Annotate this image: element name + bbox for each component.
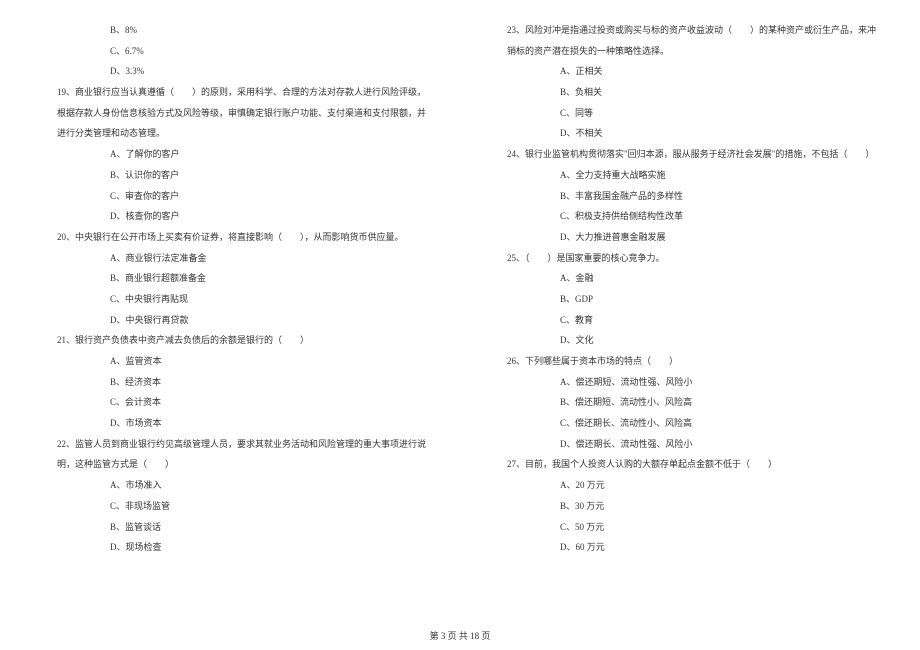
q25-option-d: D、文化 bbox=[490, 330, 880, 351]
q25-option-a: A、金融 bbox=[490, 268, 880, 289]
q20-option-c: C、中央银行再贴现 bbox=[40, 289, 430, 310]
page-footer: 第 3 页 共 18 页 bbox=[0, 629, 920, 642]
q24-option-b: B、丰富我国金融产品的多样性 bbox=[490, 186, 880, 207]
q27-option-c: C、50 万元 bbox=[490, 517, 880, 538]
q18-option-d: D、3.3% bbox=[40, 61, 430, 82]
q27-option-b: B、30 万元 bbox=[490, 496, 880, 517]
q23-option-c: C、同等 bbox=[490, 103, 880, 124]
q23-option-a: A、正相关 bbox=[490, 61, 880, 82]
q26-option-b: B、偿还期短、流动性小、风险高 bbox=[490, 392, 880, 413]
q25-option-c: C、教育 bbox=[490, 310, 880, 331]
q21-text: 21、银行资产负债表中资产减去负债后的余额是银行的（ ） bbox=[40, 330, 430, 351]
q19-cont2: 进行分类管理和动态管理。 bbox=[40, 123, 430, 144]
q21-option-c: C、会计资本 bbox=[40, 392, 430, 413]
right-column: 23、风险对冲是指通过投资或购买与标的资产收益波动（ ）的某种资产或衍生产品，来… bbox=[490, 20, 880, 610]
q19-option-c: C、审查你的客户 bbox=[40, 186, 430, 207]
q24-option-c: C、积极支持供给侧结构性改革 bbox=[490, 206, 880, 227]
q20-text: 20、中央银行在公开市场上买卖有价证券，将直接影响（ ），从而影响货币供应量。 bbox=[40, 227, 430, 248]
q27-option-a: A、20 万元 bbox=[490, 475, 880, 496]
q20-option-a: A、商业银行法定准备金 bbox=[40, 248, 430, 269]
q22-option-a: A、市场准入 bbox=[40, 475, 430, 496]
q18-option-b: B、8% bbox=[40, 20, 430, 41]
q20-option-b: B、商业银行超额准备金 bbox=[40, 268, 430, 289]
q23-cont: 销标的资产潜在损失的一种策略性选择。 bbox=[490, 41, 880, 62]
q25-option-b: B、GDP bbox=[490, 289, 880, 310]
q26-option-c: C、偿还期长、流动性小、风险高 bbox=[490, 413, 880, 434]
q26-option-d: D、偿还期长、流动性强、风险小 bbox=[490, 434, 880, 455]
q24-option-d: D、大力推进普惠金融发展 bbox=[490, 227, 880, 248]
q23-option-b: B、负相关 bbox=[490, 82, 880, 103]
q24-option-a: A、全力支持重大战略实施 bbox=[490, 165, 880, 186]
q21-option-a: A、监管资本 bbox=[40, 351, 430, 372]
q23-option-d: D、不相关 bbox=[490, 123, 880, 144]
q21-option-b: B、经济资本 bbox=[40, 372, 430, 393]
page-content: B、8% C、6.7% D、3.3% 19、商业银行应当认真遵循（ ）的原则，采… bbox=[0, 0, 920, 620]
q22-text: 22、监管人员到商业银行约见高级管理人员，要求其就业务活动和风险管理的重大事项进… bbox=[40, 434, 430, 455]
q25-text: 25、（ ）是国家重要的核心竞争力。 bbox=[490, 248, 880, 269]
q26-text: 26、下列哪些属于资本市场的特点（ ） bbox=[490, 351, 880, 372]
q22-option-c: C、非现场监管 bbox=[40, 496, 430, 517]
q19-option-b: B、认识你的客户 bbox=[40, 165, 430, 186]
q22-option-d: D、现场检查 bbox=[40, 537, 430, 558]
left-column: B、8% C、6.7% D、3.3% 19、商业银行应当认真遵循（ ）的原则，采… bbox=[40, 20, 430, 610]
q19-text: 19、商业银行应当认真遵循（ ）的原则，采用科学、合理的方法对存款人进行风险评级… bbox=[40, 82, 430, 103]
q22-option-b: B、监管谈话 bbox=[40, 517, 430, 538]
q22-cont: 明，这种监管方式是（ ） bbox=[40, 454, 430, 475]
q19-option-a: A、了解你的客户 bbox=[40, 144, 430, 165]
q27-option-d: D、60 万元 bbox=[490, 537, 880, 558]
q18-option-c: C、6.7% bbox=[40, 41, 430, 62]
q20-option-d: D、中央银行再贷款 bbox=[40, 310, 430, 331]
q21-option-d: D、市场资本 bbox=[40, 413, 430, 434]
q23-text: 23、风险对冲是指通过投资或购买与标的资产收益波动（ ）的某种资产或衍生产品，来… bbox=[490, 20, 880, 41]
q24-text: 24、银行业监管机构贯彻落实"回归本源，服从服务于经济社会发展"的措施，不包括（… bbox=[490, 144, 880, 165]
q19-option-d: D、核查你的客户 bbox=[40, 206, 430, 227]
q27-text: 27、目前，我国个人投资人认购的大额存单起点金额不低于（ ） bbox=[490, 454, 880, 475]
q19-cont: 根据存款人身份信息核验方式及风险等级，审慎确定银行账户功能、支付渠道和支付限额，… bbox=[40, 103, 430, 124]
q26-option-a: A、偿还期短、流动性强、风险小 bbox=[490, 372, 880, 393]
